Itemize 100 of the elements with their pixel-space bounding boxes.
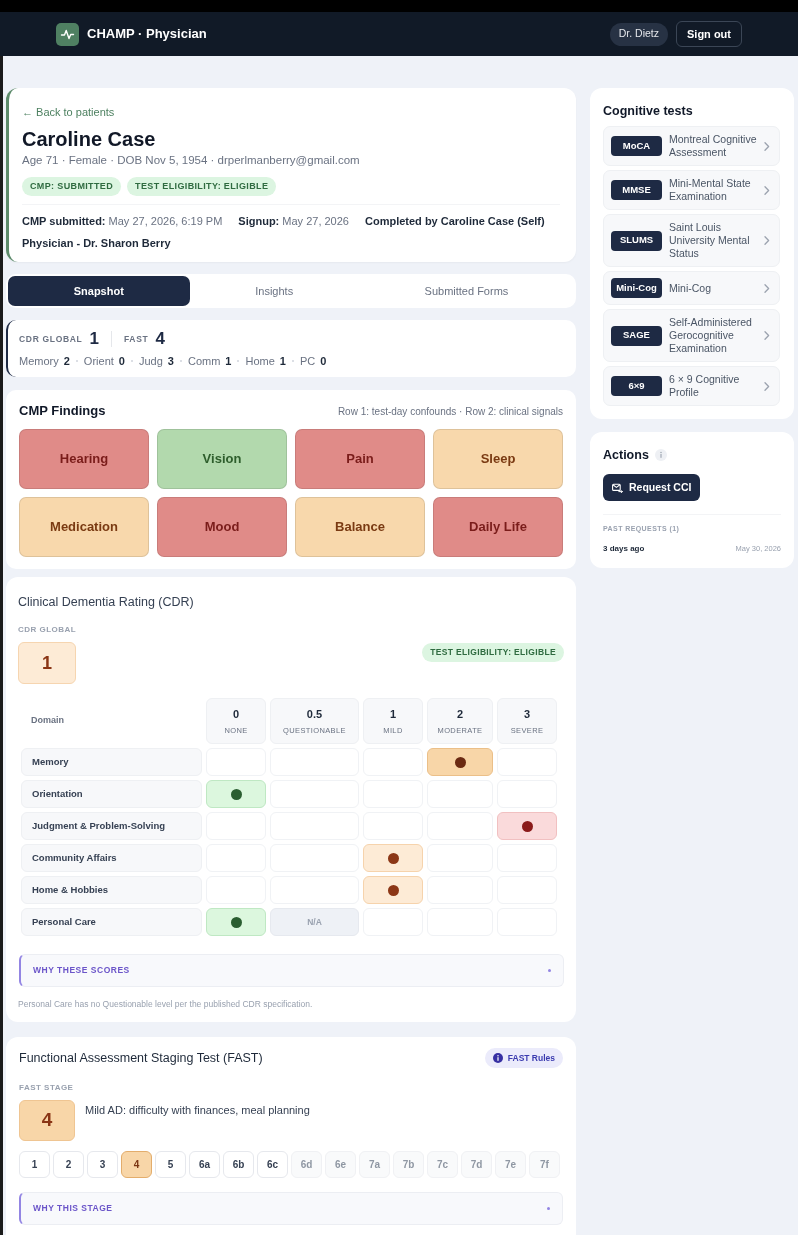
finding-tile: Daily Life xyxy=(433,497,563,557)
sign-out-button[interactable]: Sign out xyxy=(676,21,742,47)
stage-chip[interactable]: 6c xyxy=(257,1151,288,1178)
test-code-badge: SLUMS xyxy=(611,230,662,251)
stage-chip[interactable]: 2 xyxy=(53,1151,84,1178)
column-value: 1 xyxy=(389,707,397,721)
logo-icon xyxy=(56,22,79,46)
patient-details: Age 71 · Female · DOB Nov 5, 1954 · drperlmanberry@gmail.com xyxy=(22,153,360,168)
row-header: Memory xyxy=(21,748,202,776)
finding-tile: Vision xyxy=(157,429,287,489)
submission-info: Signup: May 27, 2026 xyxy=(238,214,349,229)
column-value: 0 xyxy=(232,707,240,721)
chevron-right-icon xyxy=(764,381,770,391)
eligibility-badge: TEST ELIGIBILITY: ELIGIBLE xyxy=(422,643,564,662)
row-header: Community Affairs xyxy=(21,844,202,872)
domain-score: 1 xyxy=(279,354,286,369)
test-name: Saint Louis University Mental Status xyxy=(669,221,751,260)
submission-info: CMP submitted: May 27, 2026, 6:19 PM xyxy=(22,214,223,229)
stage-chip[interactable]: 6b xyxy=(223,1151,254,1178)
chevron-right-icon xyxy=(764,236,770,245)
domain-label: Judg xyxy=(138,354,163,369)
column-label: Domain xyxy=(31,714,64,728)
section-title: CMP Findings xyxy=(19,402,106,421)
info-icon xyxy=(654,449,667,461)
test-item[interactable]: MoCA Montreal Cognitive Assessment xyxy=(603,126,780,166)
request-cci-button[interactable]: Request CCI xyxy=(603,474,701,501)
back-link[interactable]: ← Back to patients xyxy=(22,104,115,120)
user-badge: Dr. Dietz xyxy=(609,22,668,46)
domain-label: Orient xyxy=(83,354,114,369)
stage-chip[interactable]: 5 xyxy=(155,1151,186,1178)
test-code-badge: MoCA xyxy=(611,136,662,156)
submission-info: Completed by Caroline Case (Self) xyxy=(365,214,545,229)
row-header: Personal Care xyxy=(21,908,202,936)
domain-label: Comm xyxy=(187,354,221,369)
finding-tile: Balance xyxy=(295,497,425,557)
test-name: Self-Administered Gerocognitive Examination xyxy=(669,316,753,355)
stage-chip[interactable]: 3 xyxy=(87,1151,118,1178)
row-header: Home & Hobbies xyxy=(21,876,202,904)
column-value: 2 xyxy=(456,707,464,721)
column-value: 0.5 xyxy=(306,707,323,721)
stage-chip[interactable]: 6a xyxy=(189,1151,220,1178)
score-label: FAST xyxy=(123,332,149,346)
row-header: Judgment & Problem-Solving xyxy=(21,812,202,840)
score-value: 4 xyxy=(155,328,165,351)
findings-note: Row 1: test-day confounds · Row 2: clinical signals xyxy=(337,404,563,419)
tab[interactable]: Snapshot xyxy=(8,276,190,306)
stage-chip[interactable]: 1 xyxy=(19,1151,50,1178)
physician-name: Physician - Dr. Sharon Berry xyxy=(22,236,171,251)
field-label: FAST STAGE xyxy=(19,1083,74,1093)
tab[interactable]: Submitted Forms xyxy=(358,276,574,306)
domain-score: 3 xyxy=(167,354,174,369)
domain-score: 0 xyxy=(320,354,327,369)
patient-name: Caroline Case xyxy=(22,127,156,152)
tab[interactable]: Insights xyxy=(189,276,359,306)
test-item[interactable]: SLUMS Saint Louis University Mental Status xyxy=(603,214,780,267)
domain-score: 2 xyxy=(63,354,70,369)
test-item[interactable]: 6×9 6 × 9 Cognitive Profile xyxy=(603,366,780,406)
score-value: 1 xyxy=(89,328,99,351)
finding-tile: Mood xyxy=(157,497,287,557)
card-title: Cognitive tests xyxy=(603,103,693,120)
test-code-badge: Mini-Cog xyxy=(611,278,662,298)
finding-tile: Sleep xyxy=(433,429,563,489)
finding-tile: Pain xyxy=(295,429,425,489)
stage-chip[interactable]: 4 xyxy=(121,1151,152,1178)
section-title: Functional Assessment Staging Test (FAST) xyxy=(19,1049,263,1067)
status-badge: TEST ELIGIBILITY: ELIGIBLE xyxy=(127,177,277,196)
field-label: CDR GLOBAL xyxy=(18,625,77,635)
finding-tile: Hearing xyxy=(19,429,149,489)
test-code-badge: SAGE xyxy=(611,325,662,346)
chevron-right-icon xyxy=(764,185,770,195)
section-title: Clinical Dementia Rating (CDR) xyxy=(18,594,194,611)
column-value: 3 xyxy=(523,707,531,721)
request-time: 3 days ago xyxy=(603,543,645,554)
fast-rules-button[interactable]: FAST Rules xyxy=(484,1048,563,1068)
test-code-badge: 6×9 xyxy=(611,376,662,396)
test-name: 6 × 9 Cognitive Profile xyxy=(669,373,741,399)
domain-score: 1 xyxy=(225,354,232,369)
why-this-stage-toggle[interactable]: WHY THIS STAGE xyxy=(19,1192,563,1225)
global-score: 1 xyxy=(18,642,76,684)
chevron-right-icon xyxy=(764,331,770,340)
row-header: Orientation xyxy=(21,780,202,808)
test-name: Mini-Cog xyxy=(669,281,712,295)
status-badge: CMP: SUBMITTED xyxy=(22,177,122,196)
info-icon xyxy=(492,1053,503,1063)
score-cell: N/A xyxy=(270,908,359,936)
why-these-scores-toggle[interactable]: WHY THESE SCORES xyxy=(19,954,564,987)
domain-label: Home xyxy=(245,354,275,369)
footnote: Personal Care has no Questionable level per the published CDR specification. xyxy=(18,998,313,1010)
chevron-right-icon xyxy=(764,141,770,151)
test-name: Montreal Cognitive Assessment xyxy=(669,133,758,159)
domain-score: 0 xyxy=(118,354,125,369)
app-title: CHAMP · Physician xyxy=(87,25,207,44)
domain-label: Memory xyxy=(19,354,59,369)
test-item[interactable]: Mini-Cog Mini-Cog xyxy=(603,271,780,305)
score-label: CDR GLOBAL xyxy=(19,332,83,346)
test-name: Mini-Mental State Examination xyxy=(669,177,752,203)
chevron-right-icon xyxy=(764,283,770,293)
test-item[interactable]: SAGE Self-Administered Gerocognitive Examination xyxy=(603,309,780,362)
test-item[interactable]: MMSE Mini-Mental State Examination xyxy=(603,170,780,210)
finding-tile: Medication xyxy=(19,497,149,557)
